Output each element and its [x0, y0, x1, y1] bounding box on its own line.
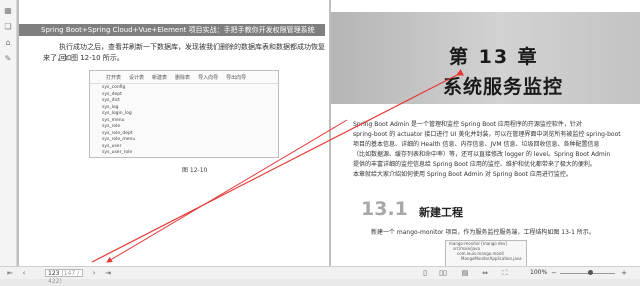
- section-title: 新建工程: [419, 206, 463, 219]
- bookmark-icon[interactable]: ❏: [3, 22, 13, 32]
- paragraph-line: 提供的丰富详细的监控信息给 Spring Boot 应用的监控、维护和优化都带来…: [353, 161, 596, 168]
- prev-page-icon[interactable]: ‹: [20, 269, 28, 277]
- toolbar-item: 导出向导: [226, 74, 247, 81]
- chapter-title: 系统服务监控: [443, 76, 564, 98]
- page-number-input[interactable]: 123 (147 / 422): [45, 269, 83, 285]
- page-left: Spring Boot+Spring Cloud+Vue+Element 项目实…: [19, 0, 329, 266]
- list-item: sys_role_menu: [102, 137, 136, 142]
- toolbar-item: 新建表: [152, 74, 168, 81]
- running-header: Spring Boot+Spring Cloud+Vue+Element 项目实…: [19, 24, 325, 36]
- double-page-icon[interactable]: ▯▯: [438, 269, 448, 277]
- single-page-icon[interactable]: ▯: [420, 269, 430, 277]
- paragraph-line: 来了，如图 12-10 所示。: [43, 54, 124, 62]
- figure-caption: 图 12-10: [182, 167, 208, 174]
- first-page-icon[interactable]: ⇤: [6, 269, 14, 277]
- document-viewer[interactable]: Spring Boot+Spring Cloud+Vue+Element 项目实…: [17, 0, 640, 266]
- attachment-icon[interactable]: ⌂: [3, 38, 13, 48]
- list-item: sys_login_log: [102, 111, 132, 116]
- tree-row: MangoMonitorApplication.java: [461, 256, 522, 261]
- tool-sidebar: ▦ ❏ ⌂ ✎: [0, 0, 17, 266]
- page-number-value: 123: [48, 270, 60, 277]
- chapter-number: 第 13 章: [449, 46, 539, 68]
- status-bar: ⇤ ‹ 123 (147 / 422) › ⇥ ▯ ▯▯ ▤ ⇔ ⛶ 100% …: [0, 266, 640, 285]
- toolbar-item: 设计表: [129, 74, 145, 81]
- paragraph-line: 项目的基本信息、详细的 Health 信息、内存信息、JVM 信息、垃圾回收信息…: [353, 141, 600, 148]
- zoom-level: 100%: [530, 269, 548, 276]
- section-number: 13.1: [361, 198, 408, 220]
- navicat-screenshot: 打开表 设计表 新建表 删除表 导入向导 导出向导 sys_config sys…: [89, 70, 279, 158]
- paragraph-line: 本章就给大家介绍如何使用 Spring Boot Admin 对 Spring …: [353, 171, 572, 178]
- chapter-banner: 第 13 章 系统服务监控: [331, 12, 640, 104]
- zoom-out-icon[interactable]: −: [550, 269, 558, 277]
- continuous-icon[interactable]: ▤: [460, 269, 470, 277]
- paragraph-line: Spring Boot Admin 是一个管理和监控 Spring Boot 应…: [353, 121, 582, 128]
- paragraph-line: 新建一个 mango-monitor 项目，作为服务监控服务端，工程结构如图 1…: [371, 229, 595, 236]
- thumbnail-icon[interactable]: ▦: [3, 6, 13, 16]
- next-page-icon[interactable]: ›: [90, 269, 98, 277]
- toolbar-item: 打开表: [106, 74, 122, 81]
- toolbar-item: 删除表: [175, 74, 191, 81]
- page-right: 第 13 章 系统服务监控 Spring Boot Admin 是一个管理和监控…: [331, 0, 640, 266]
- zoom-in-icon[interactable]: +: [620, 269, 628, 277]
- paragraph-line: （比如数据源、缓存列表和命中率）等，还可以直接修改 logger 的 level…: [353, 151, 611, 158]
- zoom-slider-handle[interactable]: [588, 270, 593, 275]
- screenshot-toolbar: 打开表 设计表 新建表 删除表 导入向导 导出向导: [90, 71, 278, 84]
- list-item: sys_user_role: [102, 150, 133, 155]
- toolbar-item: 导入向导: [198, 74, 219, 81]
- paragraph-line: spring-boot 的 actuator 接口进行 UI 美化并封装，可以在…: [353, 131, 621, 138]
- fullscreen-icon[interactable]: ⛶: [500, 269, 510, 277]
- table-list: sys_config sys_dept sys_dict sys_log sys…: [102, 85, 135, 157]
- project-tree-screenshot: mango-monitor [mango dev] src/main/java …: [445, 240, 527, 266]
- signature-icon[interactable]: ✎: [3, 54, 13, 64]
- last-page-icon[interactable]: ⇥: [104, 269, 112, 277]
- fit-width-icon[interactable]: ⇔: [480, 269, 490, 277]
